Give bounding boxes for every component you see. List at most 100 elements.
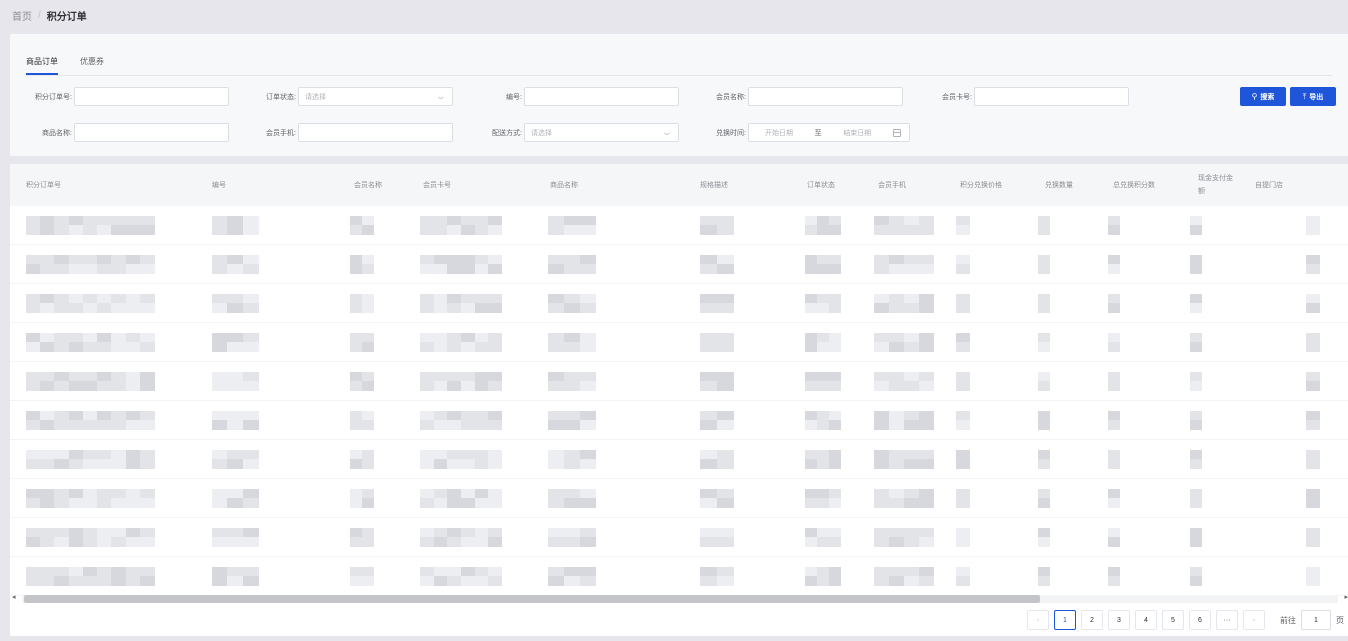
obscured-cell [700, 411, 734, 430]
obscured-cell [1306, 294, 1346, 313]
table-row[interactable] [10, 206, 1348, 245]
next-page-button[interactable]: › [1243, 610, 1265, 630]
obscured-cell [350, 450, 374, 469]
table-row[interactable] [10, 284, 1348, 323]
start-date-placeholder[interactable]: 开始日期 [765, 128, 793, 138]
obscured-cell [1306, 528, 1346, 547]
obscured-cell [1306, 333, 1346, 352]
prev-page-button[interactable]: ‹ [1027, 610, 1049, 630]
obscured-cell [420, 372, 503, 391]
member-name-input[interactable] [748, 87, 903, 106]
obscured-cell [420, 255, 503, 274]
member-card-label: 会员卡号: [942, 93, 972, 101]
obscured-cell [1108, 372, 1120, 391]
obscured-cell [1038, 411, 1050, 430]
order-status-select[interactable]: 请选择 ⌄ [298, 87, 453, 106]
table-row[interactable] [10, 479, 1348, 518]
obscured-cell [1190, 567, 1214, 586]
column-header: 兑换数量 [1045, 182, 1073, 189]
obscured-cell [350, 528, 374, 547]
table-row[interactable] [10, 440, 1348, 479]
table-row[interactable] [10, 362, 1348, 401]
obscured-cell [700, 255, 734, 274]
orders-table: 积分订单号 编号 会员名称 会员卡号 商品名称 规格描述 订单状态 会员手机 积… [10, 164, 1348, 636]
obscured-cell [26, 216, 155, 235]
delivery-select[interactable]: 请选择 ⌄ [524, 123, 679, 142]
search-button[interactable]: ⚲ 搜索 [1240, 87, 1286, 106]
order-tabs: 商品订单 优惠券 [26, 56, 104, 75]
column-header: 编号 [212, 182, 226, 189]
column-header: 商品名称 [550, 182, 578, 189]
page-jumper: 前往 1 页 [1280, 610, 1348, 630]
obscured-cell [1038, 255, 1050, 274]
obscured-cell [1108, 333, 1120, 352]
obscured-cell [26, 411, 155, 430]
obscured-cell [1306, 489, 1346, 508]
obscured-cell [1306, 216, 1346, 235]
search-button-label: 搜索 [1260, 93, 1275, 101]
obscured-cell [548, 216, 596, 235]
member-card-field: 会员卡号: [926, 87, 1129, 106]
column-header: 现金支付金额 [1198, 175, 1233, 195]
obscured-cell [1306, 372, 1346, 391]
obscured-cell [956, 333, 970, 352]
table-row[interactable] [10, 518, 1348, 557]
obscured-cell [350, 333, 374, 352]
scroll-right-icon[interactable]: ▸ [1344, 593, 1348, 601]
obscured-cell [548, 411, 596, 430]
more-pages-button[interactable]: ··· [1216, 610, 1238, 630]
obscured-cell [350, 567, 374, 586]
page-button[interactable]: 5 [1162, 610, 1184, 630]
obscured-cell [1108, 411, 1120, 430]
export-button[interactable]: ⤒ 导出 [1290, 87, 1336, 106]
scroll-left-icon[interactable]: ◂ [12, 593, 16, 601]
page-button[interactable]: 3 [1108, 610, 1130, 630]
product-name-input[interactable] [74, 123, 229, 142]
obscured-cell [548, 333, 596, 352]
obscured-cell [26, 450, 155, 469]
exchange-time-range[interactable]: 开始日期 至 结束日期 [748, 123, 910, 142]
scrollbar-thumb[interactable] [24, 595, 1040, 603]
page-button[interactable]: 4 [1135, 610, 1157, 630]
breadcrumb-home[interactable]: 首页 [12, 8, 32, 23]
obscured-cell [1038, 216, 1050, 235]
obscured-cell [805, 372, 841, 391]
obscured-cell [874, 216, 934, 235]
page-button[interactable]: 6 [1189, 610, 1211, 630]
order-no-input[interactable] [74, 87, 229, 106]
member-phone-input[interactable] [298, 123, 453, 142]
end-date-placeholder[interactable]: 结束日期 [843, 128, 871, 138]
obscured-cell [212, 411, 259, 430]
table-row[interactable] [10, 245, 1348, 284]
page-button[interactable]: 1 [1054, 610, 1076, 630]
obscured-cell [1190, 372, 1214, 391]
code-input[interactable] [524, 87, 679, 106]
obscured-cell [1306, 567, 1346, 586]
obscured-cell [548, 567, 596, 586]
order-status-field: 订单状态: 请选择 ⌄ [250, 87, 453, 106]
obscured-cell [1038, 528, 1050, 547]
tab-product-orders[interactable]: 商品订单 [26, 56, 58, 75]
tab-coupons[interactable]: 优惠券 [80, 56, 104, 75]
member-card-input[interactable] [974, 87, 1129, 106]
goto-page-input[interactable]: 1 [1301, 610, 1331, 630]
horizontal-scrollbar[interactable]: ◂ ▸ [10, 594, 1348, 604]
goto-label: 前往 [1280, 615, 1296, 625]
obscured-cell [212, 333, 259, 352]
obscured-cell [1190, 216, 1214, 235]
table-row[interactable] [10, 401, 1348, 440]
table-row[interactable] [10, 557, 1348, 596]
obscured-cell [350, 294, 374, 313]
page-button[interactable]: 2 [1081, 610, 1103, 630]
table-row[interactable] [10, 323, 1348, 362]
obscured-cell [212, 372, 259, 391]
obscured-cell [874, 294, 934, 313]
calendar-icon [892, 128, 901, 137]
filter-row-2: 商品名称: 会员手机: 配送方式: 请选择 ⌄ 兑换时间: 开始日期 至 结束日… [10, 123, 1348, 143]
column-header: 会员卡号 [423, 182, 451, 189]
obscured-cell [1306, 255, 1346, 274]
column-header: 订单状态 [807, 182, 835, 189]
obscured-cell [956, 294, 970, 313]
obscured-cell [874, 411, 934, 430]
obscured-cell [1108, 216, 1120, 235]
